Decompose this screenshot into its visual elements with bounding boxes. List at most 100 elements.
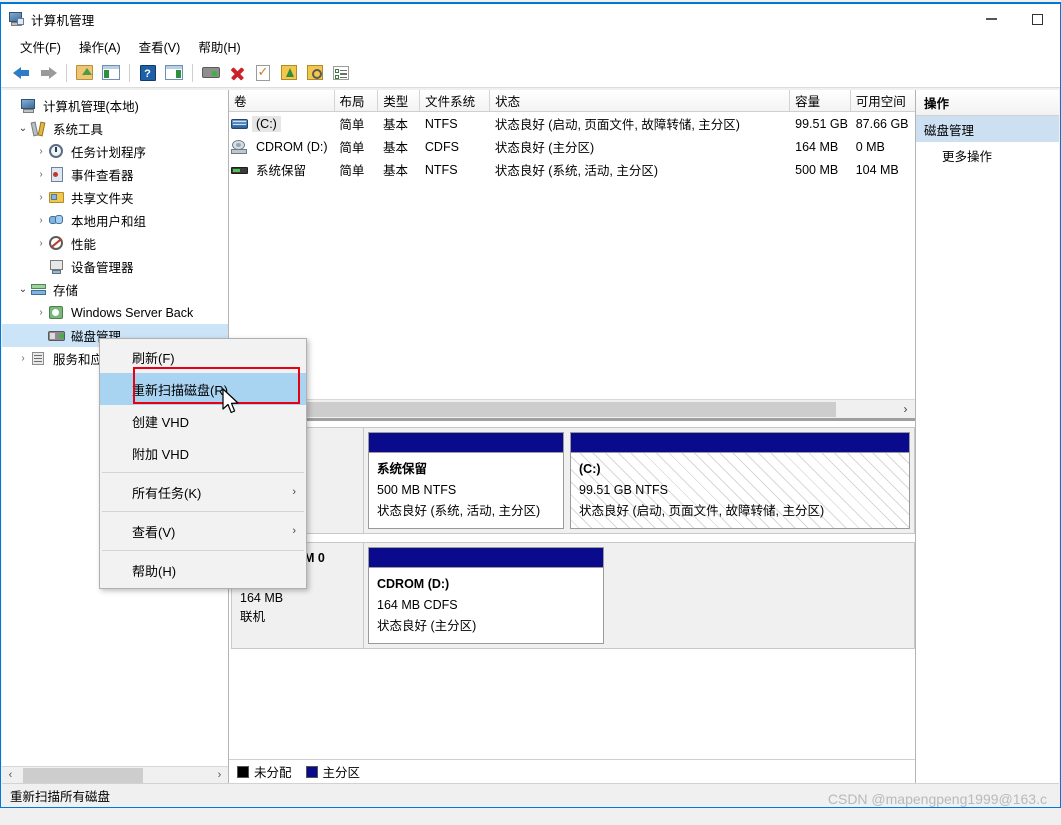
context-menu-item-help[interactable]: 帮助(H) <box>100 554 306 586</box>
column-header-volume[interactable]: 卷 <box>229 90 335 111</box>
actions-pane-header: 操作 <box>916 90 1059 116</box>
tree-item-windows-server-backup[interactable]: › Windows Server Back <box>2 301 228 324</box>
context-menu-item-view[interactable]: 查看(V) › <box>100 515 306 547</box>
table-row[interactable]: 系统保留 简单 基本 NTFS 状态良好 (系统, 活动, 主分区) 500 M… <box>229 158 915 181</box>
chevron-down-icon[interactable]: ⌄ <box>16 123 30 134</box>
menu-action[interactable]: 操作(A) <box>70 35 130 58</box>
partition-details: 系统保留 500 MB NTFS 状态良好 (系统, 活动, 主分区) <box>369 453 563 528</box>
tree-label: Windows Server Back <box>71 305 194 320</box>
disk-icon <box>201 67 220 78</box>
chevron-right-icon[interactable]: › <box>34 169 48 180</box>
disk-management-pane: 卷 布局 类型 文件系统 状态 容量 可用空间 (C:) 简单 基本 NTFS … <box>229 90 915 783</box>
chevron-right-icon[interactable]: › <box>34 192 48 203</box>
menu-help[interactable]: 帮助(H) <box>189 35 249 58</box>
column-header-status[interactable]: 状态 <box>490 90 791 111</box>
tree-item-performance[interactable]: › 性能 <box>2 232 228 255</box>
context-menu-label: 帮助(H) <box>132 563 177 579</box>
column-header-type[interactable]: 类型 <box>378 90 421 111</box>
chevron-right-icon[interactable]: › <box>34 215 48 226</box>
context-menu-item-rescan-disks[interactable]: 重新扫描磁盘(R) <box>100 373 306 405</box>
chevron-down-icon[interactable]: ⌄ <box>16 284 30 295</box>
tree-horizontal-scrollbar[interactable]: ‹ › <box>2 766 228 784</box>
context-menu-item-attach-vhd[interactable]: 附加 VHD <box>100 437 306 469</box>
actions-item-more-actions[interactable]: 更多操作 <box>916 142 1059 168</box>
chevron-right-icon[interactable]: › <box>34 307 48 318</box>
context-menu-item-all-tasks[interactable]: 所有任务(K) › <box>100 476 306 508</box>
partition-c-drive[interactable]: (C:) 99.51 GB NTFS 状态良好 (启动, 页面文件, 故障转储,… <box>570 432 910 529</box>
toolbar-forward-button[interactable] <box>35 61 60 85</box>
toolbar-up-button[interactable] <box>72 61 97 85</box>
actions-section-disk-management[interactable]: 磁盘管理 <box>916 116 1059 142</box>
tree-item-device-manager[interactable]: 设备管理器 <box>2 255 228 278</box>
context-menu-item-create-vhd[interactable]: 创建 VHD <box>100 405 306 437</box>
partition-name: CDROM (D:) <box>377 577 450 591</box>
tree-label: 系统工具 <box>53 123 104 137</box>
chevron-right-icon[interactable]: › <box>34 238 48 249</box>
toolbar-delete-button[interactable] <box>224 61 249 85</box>
status-text: 重新扫描所有磁盘 <box>10 789 111 804</box>
menu-file[interactable]: 文件(F) <box>11 35 70 58</box>
tree-item-storage[interactable]: ⌄ 存储 <box>2 278 228 301</box>
chevron-right-icon[interactable]: › <box>16 353 30 364</box>
toolbar-disk-button[interactable] <box>198 61 223 85</box>
tree-scroll-left-button[interactable]: ‹ <box>2 766 19 784</box>
volume-scroll-track[interactable] <box>229 400 896 419</box>
toolbar-properties-button[interactable] <box>250 61 275 85</box>
legend-bar: 未分配 主分区 <box>229 759 915 783</box>
toolbar-export-button[interactable] <box>276 61 301 85</box>
chevron-right-icon[interactable]: › <box>34 146 48 157</box>
back-icon <box>12 66 31 80</box>
volume-scroll-right-button[interactable]: › <box>896 400 915 419</box>
partition-color-bar <box>571 433 909 453</box>
tree-item-event-viewer[interactable]: › 事件查看器 <box>2 163 228 186</box>
context-menu-item-refresh[interactable]: 刷新(F) <box>100 341 306 373</box>
toolbar-separator <box>129 63 130 82</box>
services-applications-icon <box>30 351 48 367</box>
volume-scroll-thumb[interactable] <box>231 401 836 417</box>
tree-scroll-right-button[interactable]: › <box>211 766 228 784</box>
minimize-button[interactable] <box>968 4 1014 34</box>
tree-item-task-scheduler[interactable]: › 任务计划程序 <box>2 140 228 163</box>
table-row[interactable]: (C:) 简单 基本 NTFS 状态良好 (启动, 页面文件, 故障转储, 主分… <box>229 112 915 135</box>
toolbar-list-properties-button[interactable] <box>328 61 353 85</box>
tree-item-local-users-groups[interactable]: › 本地用户和组 <box>2 209 228 232</box>
table-row[interactable]: CDROM (D:) 简单 基本 CDFS 状态良好 (主分区) 164 MB … <box>229 135 915 158</box>
menu-view[interactable]: 查看(V) <box>130 35 190 58</box>
disk-row-0: 磁盘 0 基本 100.00 GB 联机 系统保留 500 MB <box>231 427 915 534</box>
volume-list-horizontal-scrollbar[interactable]: › <box>229 399 915 418</box>
event-viewer-icon <box>48 166 66 183</box>
partition-system-reserved[interactable]: 系统保留 500 MB NTFS 状态良好 (系统, 活动, 主分区) <box>368 432 564 529</box>
partition-cdrom-d[interactable]: CDROM (D:) 164 MB CDFS 状态良好 (主分区) <box>368 547 604 644</box>
context-menu-label: 刷新(F) <box>132 350 175 366</box>
volume-layout: 简单 <box>339 118 365 132</box>
toolbar-show-actions-button[interactable] <box>161 61 186 85</box>
volume-layout: 简单 <box>339 164 365 178</box>
volume-list-body: (C:) 简单 基本 NTFS 状态良好 (启动, 页面文件, 故障转储, 主分… <box>229 112 915 399</box>
toolbar-help-button[interactable]: ? <box>135 61 160 85</box>
tree-item-shared-folders[interactable]: › 共享文件夹 <box>2 186 228 209</box>
watermark: CSDN @mapengpeng1999@163.c <box>827 791 1047 807</box>
legend-primary-partition: 主分区 <box>305 762 360 781</box>
volume-name: (C:) <box>252 115 281 132</box>
toolbar-show-tree-button[interactable] <box>98 61 123 85</box>
tree-item-computer-management[interactable]: 计算机管理(本地) <box>2 94 228 117</box>
tree-scroll-track[interactable] <box>19 766 211 784</box>
forward-icon <box>39 66 57 80</box>
tree-item-system-tools[interactable]: ⌄ 系统工具 <box>2 117 228 140</box>
tree-label: 事件查看器 <box>71 169 134 183</box>
device-manager-icon <box>48 259 66 275</box>
toolbar: ? <box>1 58 1060 88</box>
volume-filesystem: CDFS <box>424 139 459 154</box>
column-header-layout[interactable]: 布局 <box>334 90 379 111</box>
volume-layout: 简单 <box>339 141 365 155</box>
column-header-filesystem[interactable]: 文件系统 <box>420 90 491 111</box>
maximize-button[interactable] <box>1014 4 1060 34</box>
column-header-capacity[interactable]: 容量 <box>790 90 851 111</box>
volume-capacity: 99.51 GB <box>795 116 848 131</box>
toolbar-back-button[interactable] <box>9 61 34 85</box>
toolbar-search-button[interactable] <box>302 61 327 85</box>
tree-scroll-thumb[interactable] <box>23 767 143 783</box>
partition-details: (C:) 99.51 GB NTFS 状态良好 (启动, 页面文件, 故障转储,… <box>571 453 909 528</box>
minimize-icon <box>985 18 997 20</box>
column-header-free-space[interactable]: 可用空间 <box>850 90 915 111</box>
